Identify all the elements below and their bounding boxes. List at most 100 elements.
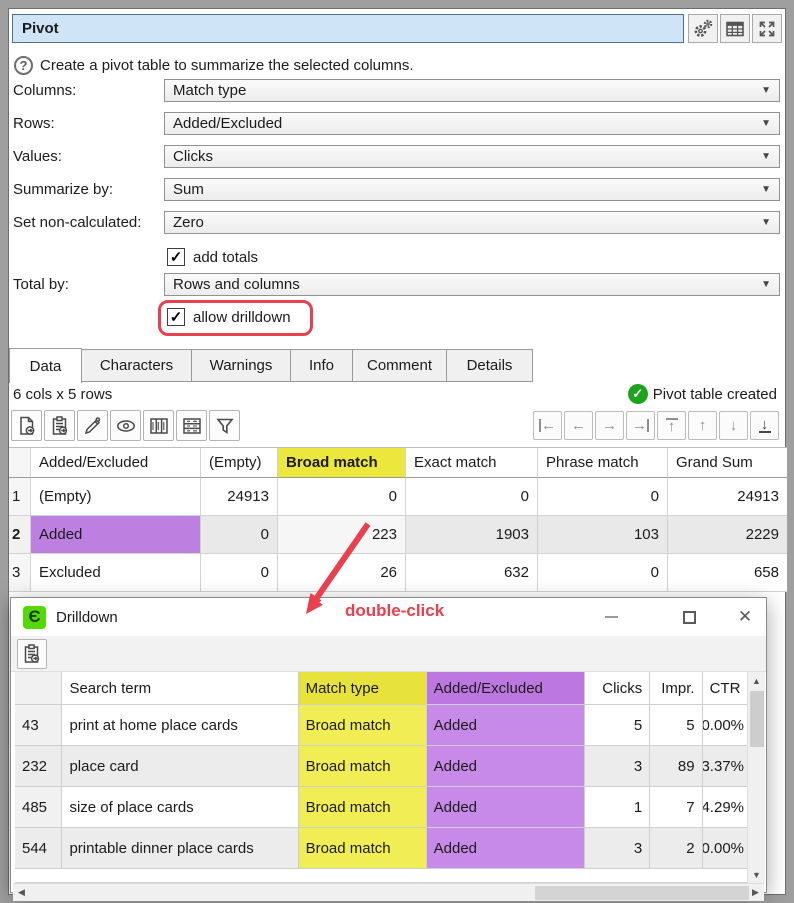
- column-header[interactable]: Clicks: [585, 672, 650, 705]
- go-up-button[interactable]: ↑: [688, 411, 717, 440]
- cell[interactable]: 0: [406, 478, 538, 516]
- row-number[interactable]: 1: [9, 478, 31, 516]
- cell[interactable]: 89: [650, 746, 702, 787]
- table-row[interactable]: 3 Excluded 0 26 632 0 658: [9, 554, 787, 592]
- cell[interactable]: 1903: [406, 516, 538, 554]
- checkbox-check-icon[interactable]: ✓: [167, 248, 185, 266]
- cell[interactable]: 5: [585, 705, 650, 746]
- row-number[interactable]: 232: [15, 746, 62, 787]
- cell[interactable]: 3.37%: [703, 746, 748, 787]
- go-last-column-button[interactable]: →: [626, 411, 655, 440]
- cell[interactable]: 658: [668, 554, 787, 592]
- table-row[interactable]: 1 (Empty) 24913 0 0 0 24913: [9, 478, 787, 516]
- cell[interactable]: Excluded: [31, 554, 201, 592]
- scrollbar-thumb[interactable]: [535, 886, 749, 900]
- cell[interactable]: 100.00%: [703, 705, 748, 746]
- expand-button[interactable]: [752, 14, 782, 43]
- vertical-scrollbar[interactable]: ▲ ▼: [747, 672, 765, 883]
- cell-yellow[interactable]: Broad match: [299, 787, 427, 828]
- cell[interactable]: 2229: [668, 516, 787, 554]
- cell[interactable]: 632: [406, 554, 538, 592]
- cell[interactable]: 0: [201, 554, 278, 592]
- table-view-button[interactable]: [720, 14, 750, 43]
- row-view-button[interactable]: [176, 410, 207, 441]
- column-header[interactable]: Added/Excluded: [31, 448, 201, 478]
- cell[interactable]: 0: [278, 478, 406, 516]
- panel-titlebar[interactable]: Pivot: [12, 14, 684, 43]
- edit-button[interactable]: [77, 410, 108, 441]
- table-row[interactable]: 544 printable dinner place cards Broad m…: [15, 828, 748, 869]
- rows-select[interactable]: Added/Excluded ▼: [164, 112, 780, 135]
- maximize-button[interactable]: [667, 598, 711, 636]
- cell[interactable]: (Empty): [31, 478, 201, 516]
- cell-yellow[interactable]: Broad match: [299, 705, 427, 746]
- drilldown-copy-button[interactable]: [17, 639, 47, 669]
- total-by-select[interactable]: Rows and columns ▼: [164, 273, 780, 296]
- cell[interactable]: 2: [650, 828, 702, 869]
- columns-select[interactable]: Match type ▼: [164, 79, 780, 102]
- table-row[interactable]: 43 print at home place cards Broad match…: [15, 705, 748, 746]
- scrollbar-thumb[interactable]: [750, 691, 764, 747]
- cell[interactable]: 24913: [201, 478, 278, 516]
- go-left-button[interactable]: ←: [564, 411, 593, 440]
- column-header[interactable]: Search term: [62, 672, 298, 705]
- add-totals-checkbox[interactable]: ✓ add totals: [167, 248, 258, 266]
- tab-comment[interactable]: Comment: [352, 349, 447, 382]
- filter-button[interactable]: [209, 410, 240, 441]
- row-number[interactable]: 43: [15, 705, 62, 746]
- table-row[interactable]: 232 place card Broad match Added 3 89 3.…: [15, 746, 748, 787]
- cell[interactable]: 150.00%: [703, 828, 748, 869]
- cell-purple[interactable]: Added: [427, 746, 586, 787]
- export-file-button[interactable]: [11, 410, 42, 441]
- go-right-button[interactable]: →: [595, 411, 624, 440]
- column-header-highlighted[interactable]: Broad match: [278, 448, 406, 478]
- cell-current[interactable]: 223: [278, 516, 406, 554]
- column-header[interactable]: (Empty): [201, 448, 278, 478]
- column-header[interactable]: Exact match: [406, 448, 538, 478]
- row-number[interactable]: 544: [15, 828, 62, 869]
- table-row[interactable]: 485 size of place cards Broad match Adde…: [15, 787, 748, 828]
- cell[interactable]: 3: [585, 828, 650, 869]
- column-header-yellow[interactable]: Match type: [299, 672, 427, 705]
- tab-warnings[interactable]: Warnings: [191, 349, 291, 382]
- copy-button[interactable]: [44, 410, 75, 441]
- tab-data[interactable]: Data: [9, 348, 82, 383]
- summarize-select[interactable]: Sum ▼: [164, 178, 780, 201]
- cell-purple[interactable]: Added: [427, 705, 586, 746]
- settings-button[interactable]: [688, 14, 718, 43]
- row-number[interactable]: 485: [15, 787, 62, 828]
- help-icon[interactable]: ?: [14, 56, 33, 75]
- go-down-button[interactable]: ↓: [719, 411, 748, 440]
- cell[interactable]: 26: [278, 554, 406, 592]
- column-header-purple[interactable]: Added/Excluded: [427, 672, 586, 705]
- tab-characters[interactable]: Characters: [81, 349, 192, 382]
- scroll-up-icon[interactable]: ▲: [748, 672, 765, 689]
- scroll-right-icon[interactable]: ▶: [747, 884, 764, 901]
- tab-details[interactable]: Details: [446, 349, 533, 382]
- tab-info[interactable]: Info: [290, 349, 353, 382]
- set-non-calculated-select[interactable]: Zero ▼: [164, 211, 780, 234]
- column-header[interactable]: CTR: [703, 672, 748, 705]
- column-view-button[interactable]: [143, 410, 174, 441]
- cell[interactable]: 0: [201, 516, 278, 554]
- close-button[interactable]: ✕: [723, 598, 767, 636]
- preview-button[interactable]: [110, 410, 141, 441]
- cell-purple[interactable]: Added: [427, 828, 586, 869]
- cell[interactable]: 103: [538, 516, 668, 554]
- cell[interactable]: 1: [585, 787, 650, 828]
- cell[interactable]: 5: [650, 705, 702, 746]
- cell[interactable]: print at home place cards: [62, 705, 298, 746]
- cell[interactable]: 0: [538, 554, 668, 592]
- table-row-selected[interactable]: 2 Added 0 223 1903 103 2229: [9, 516, 787, 554]
- cell[interactable]: size of place cards: [62, 787, 298, 828]
- row-number[interactable]: 2: [9, 516, 31, 554]
- cell-yellow[interactable]: Broad match: [299, 746, 427, 787]
- cell[interactable]: 7: [650, 787, 702, 828]
- column-header[interactable]: Impr.: [650, 672, 702, 705]
- cell[interactable]: place card: [62, 746, 298, 787]
- horizontal-scrollbar[interactable]: ◀ ▶: [13, 883, 764, 901]
- cell-purple[interactable]: Added: [427, 787, 586, 828]
- values-select[interactable]: Clicks ▼: [164, 145, 780, 168]
- go-first-column-button[interactable]: ←: [533, 411, 562, 440]
- cell-yellow[interactable]: Broad match: [299, 828, 427, 869]
